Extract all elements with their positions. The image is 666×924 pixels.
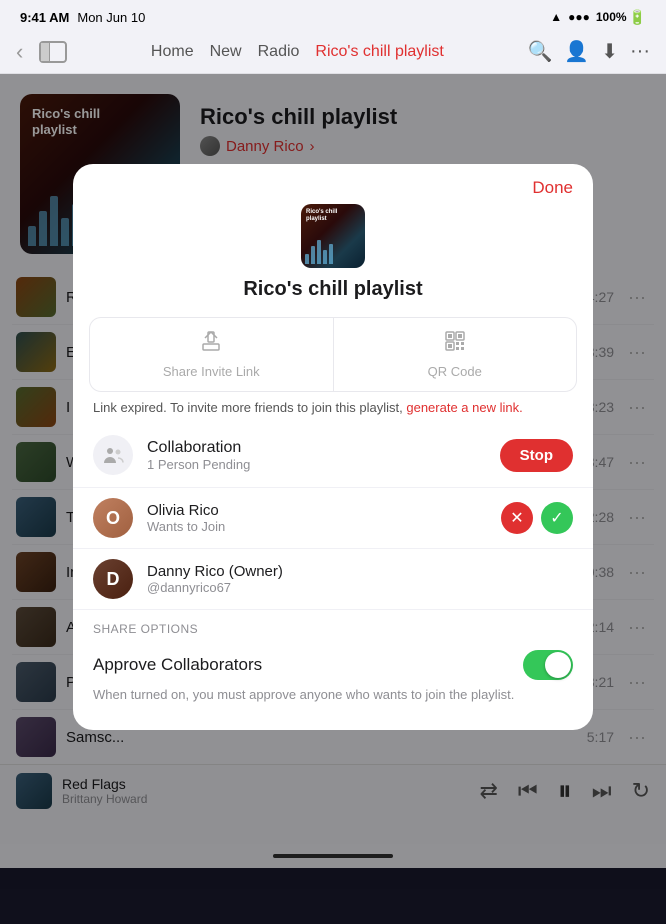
modal-playlist-title: Rico's chill playlist (243, 278, 422, 301)
olivia-info: Olivia Rico Wants to Join (147, 502, 487, 534)
approve-collaborators-description: When turned on, you must approve anyone … (93, 686, 573, 704)
modal-bar-1 (305, 254, 309, 264)
qr-code-button[interactable]: QR Code (334, 318, 577, 391)
person-icon[interactable]: 👤 (564, 39, 589, 64)
collaboration-icon-wrap (93, 435, 133, 475)
collaboration-row: Collaboration 1 Person Pending Stop (73, 423, 593, 488)
approve-collaborators-toggle[interactable] (523, 650, 573, 680)
share-invite-label: Share Invite Link (163, 364, 260, 379)
nav-right-icons: 🔍 👤 ⬇ ··· (527, 39, 650, 64)
approve-collaborators-row: Approve Collaborators (93, 644, 573, 686)
modal-overlay: Done Rico's chillplaylist Rico's chill p… (0, 74, 666, 924)
nav-tabs: Home New Radio Rico's chill playlist (79, 43, 515, 61)
collaboration-modal: Done Rico's chillplaylist Rico's chill p… (73, 164, 593, 730)
collaboration-info: Collaboration 1 Person Pending (147, 439, 486, 472)
tab-playlist[interactable]: Rico's chill playlist (315, 43, 443, 61)
collaboration-pending: 1 Person Pending (147, 457, 486, 472)
sidebar-toggle-icon[interactable] (39, 41, 67, 63)
pending-member-row: O Olivia Rico Wants to Join ✕ ✓ (73, 488, 593, 549)
danny-info: Danny Rico (Owner) @dannyrico67 (147, 563, 573, 595)
link-expired-notice: Link expired. To invite more friends to … (73, 392, 593, 423)
stop-button[interactable]: Stop (500, 439, 573, 472)
tab-home[interactable]: Home (151, 43, 194, 61)
share-icon (200, 330, 222, 358)
olivia-status: Wants to Join (147, 519, 487, 534)
qr-code-label: QR Code (428, 364, 482, 379)
olivia-name: Olivia Rico (147, 502, 487, 519)
danny-avatar: D (93, 559, 133, 599)
status-date: Mon Jun 10 (77, 10, 145, 25)
generate-new-link[interactable]: generate a new link. (406, 400, 522, 415)
share-invite-link-button[interactable]: Share Invite Link (90, 318, 334, 391)
owner-member-row: D Danny Rico (Owner) @dannyrico67 (73, 549, 593, 610)
modal-art-title: Rico's chillplaylist (306, 209, 337, 223)
battery-icon: 100% 🔋 (596, 9, 646, 26)
battery-full-icon: 🔋 (629, 9, 646, 26)
status-time: 9:41 AM (20, 10, 69, 25)
wifi-icon: ▲ (550, 10, 562, 24)
search-icon[interactable]: 🔍 (527, 39, 552, 64)
back-button[interactable]: ‹ (16, 39, 23, 65)
modal-bar-4 (323, 250, 327, 264)
modal-bar-5 (329, 244, 333, 264)
download-icon[interactable]: ⬇ (601, 39, 618, 64)
signal-icon: ●●● (568, 10, 590, 24)
modal-bar-2 (311, 246, 315, 264)
accept-button[interactable]: ✓ (541, 502, 573, 534)
done-button[interactable]: Done (532, 178, 573, 198)
modal-bar-3 (317, 240, 321, 264)
person-group-icon (101, 443, 125, 467)
share-options-section: SHARE OPTIONS Approve Collaborators When… (73, 610, 593, 710)
share-options-label: SHARE OPTIONS (93, 622, 573, 636)
more-icon[interactable]: ··· (630, 40, 650, 63)
danny-handle: @dannyrico67 (147, 580, 573, 595)
modal-artwork-area: Rico's chillplaylist Rico's chill playli… (73, 198, 593, 317)
tab-new[interactable]: New (210, 43, 242, 61)
tab-radio[interactable]: Radio (258, 43, 300, 61)
modal-artwork: Rico's chillplaylist (301, 204, 365, 268)
nav-bar: ‹ Home New Radio Rico's chill playlist 🔍… (0, 30, 666, 74)
olivia-avatar: O (93, 498, 133, 538)
status-bar: 9:41 AM Mon Jun 10 ▲ ●●● 100% 🔋 (0, 0, 666, 30)
member-actions: ✕ ✓ (501, 502, 573, 534)
danny-avatar-initial: D (107, 569, 120, 590)
danny-name: Danny Rico (Owner) (147, 563, 573, 580)
toggle-knob (545, 652, 571, 678)
link-expired-text: Link expired. To invite more friends to … (93, 400, 406, 415)
approve-collaborators-label: Approve Collaborators (93, 655, 523, 675)
modal-header: Done (73, 164, 593, 198)
reject-button[interactable]: ✕ (501, 502, 533, 534)
olivia-avatar-initial: O (106, 508, 120, 529)
qr-icon (444, 330, 466, 358)
collaboration-title: Collaboration (147, 439, 486, 457)
share-row: Share Invite Link (89, 317, 577, 392)
status-icons: ▲ ●●● 100% 🔋 (550, 9, 646, 26)
modal-art-bars (305, 240, 333, 264)
